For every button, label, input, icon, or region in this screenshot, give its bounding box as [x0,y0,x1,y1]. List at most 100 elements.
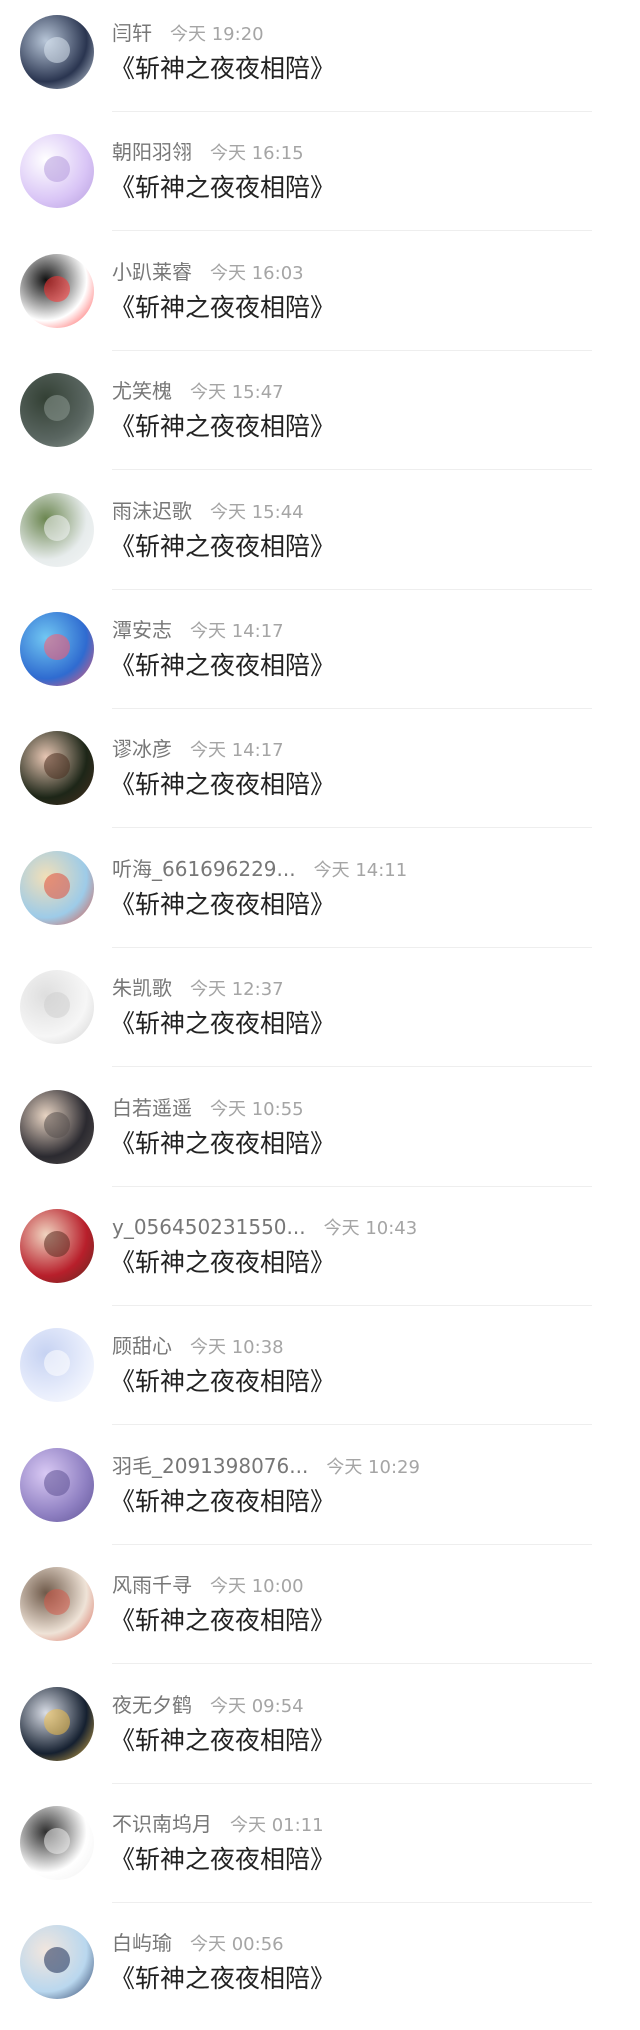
divider [112,1782,592,1784]
anime-figure-dark-avatar[interactable] [20,15,94,89]
list-item[interactable]: 朝阳羽翎 今天 16:15 《斩神之夜夜相陪》 [0,119,640,239]
chat-bubble-avatar[interactable] [20,134,94,209]
comment-time: 今天 14:11 [313,859,408,881]
list-item[interactable]: 闫轩 今天 19:20 《斩神之夜夜相陪》 [0,0,640,120]
comment-meta: 风雨千寻 今天 10:00 [112,1573,304,1597]
sketch-couple-avatar[interactable] [20,1806,94,1880]
list-item[interactable]: 夜无夕鹤 今天 09:54 《斩神之夜夜相陪》 [0,1672,640,1792]
comment-text: 《斩神之夜夜相陪》 [110,1009,336,1039]
user-name[interactable]: 雨沫迟歌 [112,499,192,523]
figure-in-fog-avatar[interactable] [20,373,94,448]
user-name[interactable]: y_056450231550... [112,1215,306,1239]
comment-meta: 朝阳羽翎 今天 16:15 [112,140,304,164]
comment-time: 今天 16:03 [210,262,304,284]
list-item[interactable]: 白屿瑜 今天 00:56 《斩神之夜夜相陪》 [0,1910,640,2030]
divider [112,588,592,590]
comment-text: 《斩神之夜夜相陪》 [110,1606,336,1636]
divider [112,469,592,471]
user-name[interactable]: 风雨千寻 [112,1573,192,1597]
list-item[interactable]: 白若遥遥 今天 10:55 《斩神之夜夜相陪》 [0,1075,640,1195]
list-item[interactable]: 谬冰彦 今天 14:17 《斩神之夜夜相陪》 [0,716,640,836]
comment-time: 今天 15:44 [210,501,304,523]
list-item[interactable]: 小趴莱睿 今天 16:03 《斩神之夜夜相陪》 [0,239,640,359]
divider [112,946,592,948]
avatar-detail [44,1111,70,1138]
comment-meta: 羽毛_2091398076... 今天 10:29 [112,1454,420,1478]
comment-time: 今天 19:20 [170,24,264,45]
user-name[interactable]: 不识南坞月 [112,1812,212,1836]
silver-hair-boy-avatar[interactable] [20,1686,94,1761]
comment-time: 今天 10:38 [190,1337,284,1359]
user-name[interactable]: 尤笑槐 [112,379,172,403]
user-name[interactable]: 顾甜心 [112,1334,172,1358]
user-name[interactable]: 朱凯歌 [112,976,172,1000]
user-name[interactable]: 潭安志 [112,618,172,642]
avatar-detail [44,1828,70,1854]
list-item[interactable]: 雨沫迟歌 今天 15:44 《斩神之夜夜相陪》 [0,478,640,598]
comment-meta: 朱凯歌 今天 12:37 [112,976,284,1000]
comment-text: 《斩神之夜夜相陪》 [110,531,336,561]
user-name[interactable]: 羽毛_2091398076... [112,1454,308,1478]
hooded-girl-avatar[interactable] [20,1567,94,1642]
list-item[interactable]: 尤笑槐 今天 15:47 《斩神之夜夜相陪》 [0,358,640,478]
avatar-detail [44,156,70,183]
comment-time: 今天 09:54 [210,1695,304,1717]
user-name[interactable]: 谬冰彦 [112,737,172,761]
divider [112,349,592,351]
comment-time: 今天 01:11 [230,1815,324,1836]
list-item[interactable]: 风雨千寻 今天 10:00 《斩神之夜夜相陪》 [0,1552,640,1672]
avatar-detail [44,275,70,302]
white-cat-avatar[interactable] [20,492,94,567]
user-name[interactable]: 白若遥遥 [112,1096,192,1120]
comment-text: 《斩神之夜夜相陪》 [110,1367,336,1397]
comment-text: 《斩神之夜夜相陪》 [110,1128,336,1158]
anime-boys-avatar[interactable] [20,1925,94,2000]
comment-text: 《斩神之夜夜相陪》 [110,412,336,442]
list-item[interactable]: 顾甜心 今天 10:38 《斩神之夜夜相陪》 [0,1313,640,1433]
user-name[interactable]: 白屿瑜 [112,1931,172,1955]
list-item[interactable]: 不识南坞月 今天 01:11 《斩神之夜夜相陪》 [0,1791,640,1911]
divider [112,1663,592,1665]
comment-meta: 尤笑槐 今天 15:47 [112,379,284,403]
user-name[interactable]: 小趴莱睿 [112,260,192,284]
divider [112,1424,592,1426]
comment-time: 今天 10:43 [323,1218,418,1239]
list-item[interactable]: 潭安志 今天 14:17 《斩神之夜夜相陪》 [0,597,640,717]
divider [112,708,592,709]
comment-text: 《斩神之夜夜相陪》 [110,1725,336,1755]
red-hat-girl-avatar[interactable] [20,1209,94,1283]
girl-portrait-avatar[interactable] [20,731,94,806]
divider [112,827,592,829]
list-item[interactable]: 听海_661696229... 今天 14:11 《斩神之夜夜相陪》 [0,836,640,956]
dark-hair-boy-avatar[interactable] [20,1089,94,1164]
user-name[interactable]: 夜无夕鹤 [112,1693,192,1717]
divider [112,1902,592,1903]
user-name[interactable]: 闫轩 [112,21,152,45]
comment-text: 《斩神之夜夜相陪》 [110,1248,336,1277]
list-item[interactable]: y_056450231550... 今天 10:43 《斩神之夜夜相陪》 [0,1194,640,1314]
comment-time: 今天 10:00 [210,1576,304,1598]
avatar-detail [44,1589,70,1616]
white-dress-girl-avatar[interactable] [20,1328,94,1403]
comment-time: 今天 14:17 [190,621,284,642]
comment-text: 《斩神之夜夜相陪》 [110,651,336,680]
list-item[interactable]: 羽毛_2091398076... 今天 10:29 《斩神之夜夜相陪》 [0,1433,640,1553]
list-item[interactable]: 朱凯歌 今天 12:37 《斩神之夜夜相陪》 [0,955,640,1075]
user-name[interactable]: 朝阳羽翎 [112,140,192,164]
comment-meta: 雨沫迟歌 今天 15:44 [112,499,304,523]
divider [112,1305,592,1306]
comment-meta: 小趴莱睿 今天 16:03 [112,260,304,284]
comment-meta: y_056450231550... 今天 10:43 [112,1215,417,1239]
avatar-detail [44,1469,70,1496]
user-name[interactable]: 听海_661696229... [112,857,296,881]
comment-text: 《斩神之夜夜相陪》 [110,1486,336,1516]
avatar-detail [44,872,70,899]
comment-meta: 夜无夕鹤 今天 09:54 [112,1693,304,1717]
purple-tree-avatar[interactable] [20,1447,94,1522]
beach-couple-avatar[interactable] [20,850,94,925]
penguin-avatar[interactable] [20,253,94,328]
blue-cartoon-avatar[interactable] [20,612,94,686]
comment-time: 今天 12:37 [190,979,284,1001]
faint-white-avatar[interactable] [20,970,94,1045]
avatar-detail [44,395,70,422]
